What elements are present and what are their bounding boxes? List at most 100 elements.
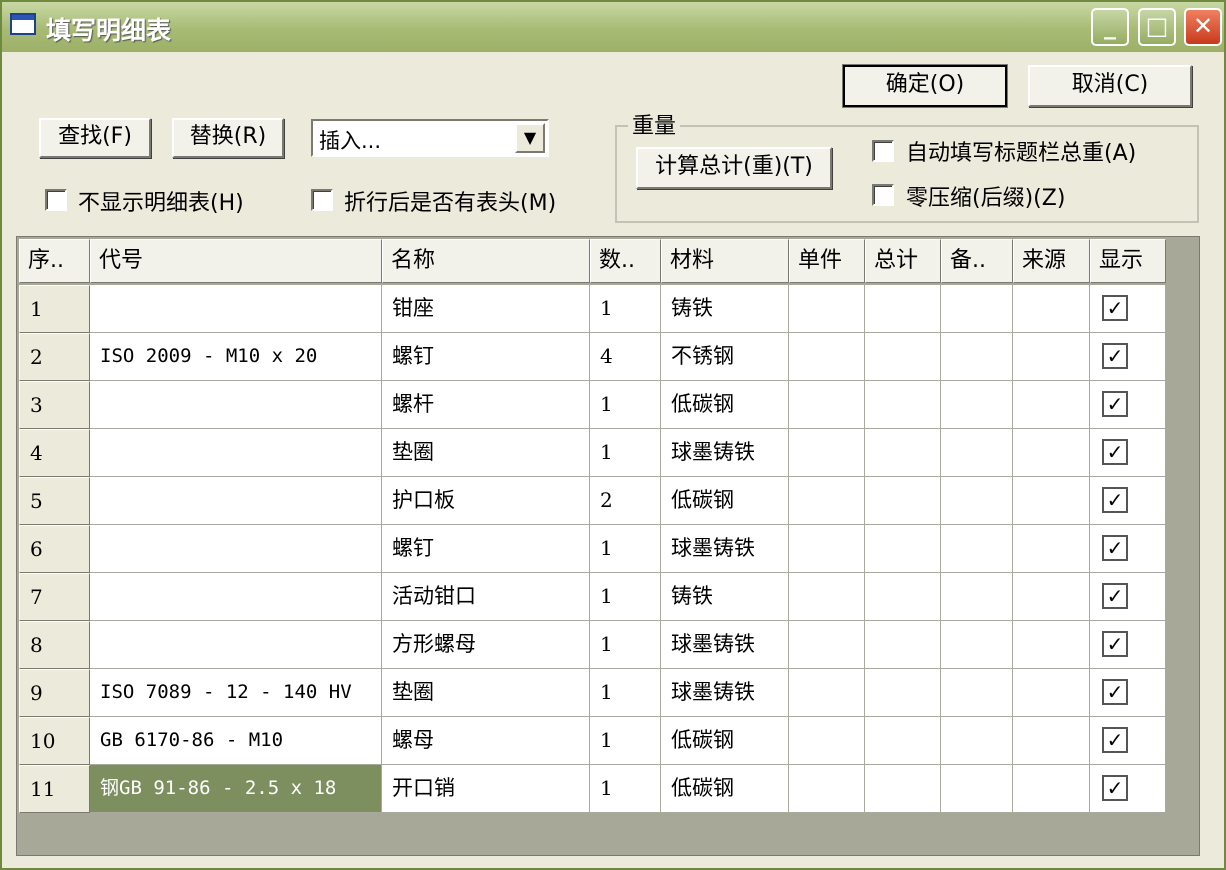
total-weight-cell[interactable] <box>865 477 941 525</box>
material-cell[interactable]: 低碳钢 <box>661 765 789 813</box>
hide-table-checkbox[interactable] <box>45 189 67 211</box>
qty-cell[interactable]: 1 <box>590 717 661 765</box>
row-number[interactable]: 3 <box>19 381 90 429</box>
column-header-seq[interactable]: 序.. <box>19 239 90 283</box>
code-cell[interactable] <box>90 621 382 669</box>
row-number[interactable]: 6 <box>19 525 90 573</box>
find-button[interactable]: 查找(F) <box>39 118 151 158</box>
code-cell[interactable] <box>90 573 382 621</box>
row-number[interactable]: 7 <box>19 573 90 621</box>
material-cell[interactable]: 低碳钢 <box>661 381 789 429</box>
note-cell[interactable] <box>941 429 1013 477</box>
name-cell[interactable]: 螺钉 <box>382 333 590 381</box>
source-cell[interactable] <box>1013 525 1090 573</box>
show-checkbox[interactable]: ✓ <box>1102 391 1128 417</box>
unit-weight-cell[interactable] <box>789 381 865 429</box>
row-number[interactable]: 8 <box>19 621 90 669</box>
total-weight-cell[interactable] <box>865 429 941 477</box>
source-cell[interactable] <box>1013 573 1090 621</box>
header-after-wrap-checkbox[interactable] <box>311 189 333 211</box>
close-button[interactable]: ✕ <box>1184 8 1222 46</box>
name-cell[interactable]: 方形螺母 <box>382 621 590 669</box>
name-cell[interactable]: 螺母 <box>382 717 590 765</box>
name-cell[interactable]: 开口销 <box>382 765 590 813</box>
show-checkbox[interactable]: ✓ <box>1102 727 1128 753</box>
code-cell[interactable]: 钢GB 91-86 - 2.5 x 18 <box>90 765 382 813</box>
material-cell[interactable]: 铸铁 <box>661 285 789 333</box>
total-weight-cell[interactable] <box>865 765 941 813</box>
unit-weight-cell[interactable] <box>789 765 865 813</box>
ok-button[interactable]: 确定(O) <box>842 64 1008 108</box>
unit-weight-cell[interactable] <box>789 573 865 621</box>
unit-weight-cell[interactable] <box>789 429 865 477</box>
qty-cell[interactable]: 1 <box>590 669 661 717</box>
name-cell[interactable]: 垫圈 <box>382 429 590 477</box>
show-checkbox[interactable]: ✓ <box>1102 439 1128 465</box>
show-checkbox[interactable]: ✓ <box>1102 535 1128 561</box>
note-cell[interactable] <box>941 717 1013 765</box>
total-weight-cell[interactable] <box>865 669 941 717</box>
column-header-source[interactable]: 来源 <box>1013 239 1090 283</box>
name-cell[interactable]: 活动钳口 <box>382 573 590 621</box>
total-weight-cell[interactable] <box>865 381 941 429</box>
total-weight-cell[interactable] <box>865 285 941 333</box>
cancel-button[interactable]: 取消(C) <box>1028 65 1192 107</box>
note-cell[interactable] <box>941 765 1013 813</box>
row-number[interactable]: 9 <box>19 669 90 717</box>
row-number[interactable]: 5 <box>19 477 90 525</box>
show-cell[interactable]: ✓ <box>1090 477 1166 525</box>
code-cell[interactable]: ISO 7089 - 12 - 140 HV <box>90 669 382 717</box>
parts-list-grid[interactable]: 序.. 代号 名称 数.. 材料 单件 总计 备.. 来源 显示 1 钳座 1 铸铁 ✓… <box>16 236 1200 856</box>
column-header-material[interactable]: 材料 <box>661 239 789 283</box>
column-header-show[interactable]: 显示 <box>1090 239 1166 283</box>
column-header-qty[interactable]: 数.. <box>590 239 661 283</box>
name-cell[interactable]: 护口板 <box>382 477 590 525</box>
material-cell[interactable]: 低碳钢 <box>661 717 789 765</box>
code-cell[interactable] <box>90 525 382 573</box>
qty-cell[interactable]: 1 <box>590 621 661 669</box>
source-cell[interactable] <box>1013 717 1090 765</box>
unit-weight-cell[interactable] <box>789 621 865 669</box>
material-cell[interactable]: 球墨铸铁 <box>661 669 789 717</box>
note-cell[interactable] <box>941 285 1013 333</box>
maximize-button[interactable]: □ <box>1138 8 1176 46</box>
show-cell[interactable]: ✓ <box>1090 669 1166 717</box>
show-checkbox[interactable]: ✓ <box>1102 679 1128 705</box>
total-weight-cell[interactable] <box>865 621 941 669</box>
unit-weight-cell[interactable] <box>789 717 865 765</box>
qty-cell[interactable]: 1 <box>590 285 661 333</box>
note-cell[interactable] <box>941 525 1013 573</box>
chevron-down-icon[interactable]: ▼ <box>515 123 545 153</box>
material-cell[interactable]: 球墨铸铁 <box>661 621 789 669</box>
code-cell[interactable]: GB 6170-86 - M10 <box>90 717 382 765</box>
column-header-unit-weight[interactable]: 单件 <box>789 239 865 283</box>
unit-weight-cell[interactable] <box>789 669 865 717</box>
unit-weight-cell[interactable] <box>789 333 865 381</box>
total-weight-cell[interactable] <box>865 525 941 573</box>
material-cell[interactable]: 不锈钢 <box>661 333 789 381</box>
code-cell[interactable] <box>90 285 382 333</box>
zero-compress-checkbox[interactable] <box>872 184 894 206</box>
name-cell[interactable]: 螺杆 <box>382 381 590 429</box>
qty-cell[interactable]: 2 <box>590 477 661 525</box>
note-cell[interactable] <box>941 333 1013 381</box>
material-cell[interactable]: 球墨铸铁 <box>661 525 789 573</box>
source-cell[interactable] <box>1013 381 1090 429</box>
note-cell[interactable] <box>941 669 1013 717</box>
minimize-button[interactable]: _ <box>1091 8 1129 46</box>
unit-weight-cell[interactable] <box>789 285 865 333</box>
replace-button[interactable]: 替换(R) <box>172 118 284 158</box>
material-cell[interactable]: 低碳钢 <box>661 477 789 525</box>
total-weight-cell[interactable] <box>865 573 941 621</box>
name-cell[interactable]: 钳座 <box>382 285 590 333</box>
show-cell[interactable]: ✓ <box>1090 429 1166 477</box>
show-cell[interactable]: ✓ <box>1090 285 1166 333</box>
total-weight-cell[interactable] <box>865 717 941 765</box>
calc-total-button[interactable]: 计算总计(重)(T) <box>636 147 832 189</box>
show-cell[interactable]: ✓ <box>1090 333 1166 381</box>
total-weight-cell[interactable] <box>865 333 941 381</box>
source-cell[interactable] <box>1013 333 1090 381</box>
note-cell[interactable] <box>941 621 1013 669</box>
source-cell[interactable] <box>1013 429 1090 477</box>
name-cell[interactable]: 垫圈 <box>382 669 590 717</box>
